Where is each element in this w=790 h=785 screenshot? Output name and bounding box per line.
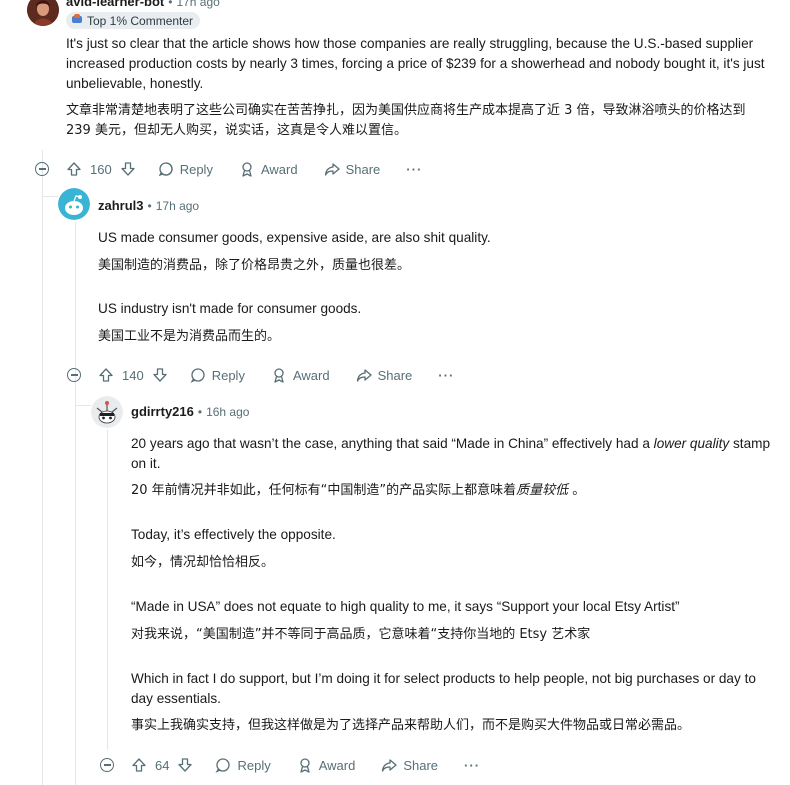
vote-group: 160 xyxy=(66,161,136,177)
reply-icon xyxy=(190,367,206,383)
award-button[interactable]: Award xyxy=(239,161,298,177)
thread-line xyxy=(75,222,76,785)
reply-button[interactable]: Reply xyxy=(190,367,245,383)
more-options-button[interactable]: ··· xyxy=(464,758,480,773)
share-label: Share xyxy=(403,757,439,773)
share-button[interactable]: Share xyxy=(324,161,381,177)
downvote-icon[interactable] xyxy=(120,161,136,177)
comment-actions: 64 Reply Award Share ··· xyxy=(100,753,480,777)
share-icon xyxy=(381,757,397,773)
share-icon xyxy=(356,367,372,383)
avatar[interactable] xyxy=(27,0,59,26)
vote-group: 140 xyxy=(98,367,168,383)
more-options-button[interactable]: ··· xyxy=(406,162,422,177)
upvote-icon[interactable] xyxy=(131,757,147,773)
reply-label: Reply xyxy=(237,757,271,773)
comment-text-en: “Made in USA” does not equate to high qu… xyxy=(131,599,680,614)
comment-header: avid-learner-bot • 17h ago xyxy=(66,0,220,9)
avatar[interactable] xyxy=(91,396,123,428)
share-icon xyxy=(324,161,340,177)
thread-branch xyxy=(75,405,91,406)
award-label: Award xyxy=(260,161,298,177)
collapse-icon[interactable] xyxy=(67,368,81,382)
comment-text-zh: 美国工业不是为消费品而生的。 xyxy=(98,329,281,344)
emphasis-text: 质量较低 xyxy=(516,483,569,498)
award-icon xyxy=(271,367,287,383)
vote-group: 64 xyxy=(131,757,193,773)
more-options-button[interactable]: ··· xyxy=(438,368,454,383)
comment-header: zahrul3 • 17h ago xyxy=(98,198,199,213)
downvote-icon[interactable] xyxy=(177,757,193,773)
timestamp[interactable]: 17h ago xyxy=(176,0,219,9)
emphasis-text: lower quality xyxy=(653,436,730,451)
more-icon: ··· xyxy=(464,757,481,773)
award-button[interactable]: Award xyxy=(271,367,330,383)
comment-body: It's just so clear that the article show… xyxy=(66,34,766,141)
badge-label: Top 1% Commenter xyxy=(87,13,194,28)
share-button[interactable]: Share xyxy=(356,367,413,383)
downvote-icon[interactable] xyxy=(152,367,168,383)
reply-icon xyxy=(215,757,231,773)
separator-dot: • xyxy=(197,404,203,419)
comment-text-zh: 20 年前情况并非如此，任何标有“中国制造”的产品实际上都意味着质量较低 。 xyxy=(131,483,586,498)
award-label: Award xyxy=(292,367,330,383)
more-icon: ··· xyxy=(406,161,423,177)
collapse-icon[interactable] xyxy=(100,758,114,772)
comment-text-zh: 文章非常清楚地表明了这些公司确实在苦苦挣扎，因为美国供应商将生产成本提高了近 3… xyxy=(66,103,746,138)
reply-button[interactable]: Reply xyxy=(158,161,213,177)
username[interactable]: avid-learner-bot xyxy=(66,0,164,9)
comment-actions: 160 Reply Award Share ··· xyxy=(35,157,422,181)
comment-body: US made consumer goods, expensive aside,… xyxy=(98,228,768,347)
comment-text-en: US made consumer goods, expensive aside,… xyxy=(98,230,491,245)
flair-badge: Top 1% Commenter xyxy=(66,12,201,30)
comment-text-zh: 事实上我确实支持，但我这样做是为了选择产品来帮助人们，而不是购买大件物品或日常必… xyxy=(131,718,691,733)
timestamp[interactable]: 16h ago xyxy=(206,405,249,419)
vote-count: 140 xyxy=(122,367,144,383)
reply-button[interactable]: Reply xyxy=(215,757,271,773)
comment-text-en: Which in fact I do support, but I’m doin… xyxy=(131,671,756,706)
award-label: Award xyxy=(318,757,356,773)
thread-line xyxy=(107,430,108,750)
share-button[interactable]: Share xyxy=(381,757,438,773)
separator-dot: • xyxy=(168,0,173,9)
username[interactable]: gdirrty216 xyxy=(131,404,194,419)
avatar[interactable] xyxy=(58,188,90,220)
award-icon xyxy=(297,757,313,773)
comment-text-en: 20 years ago that wasn’t the case, anyth… xyxy=(131,436,771,471)
comment-text-zh: 对我来说，“美国制造”并不等同于高品质，它意味着“支持你当地的 Etsy 艺术家 xyxy=(131,627,591,642)
award-icon xyxy=(239,161,255,177)
comment-header: gdirrty216 • 16h ago xyxy=(131,404,249,419)
comment-text-en: It's just so clear that the article show… xyxy=(66,36,765,91)
reply-icon xyxy=(158,161,174,177)
comment-text-zh: 美国制造的消费品，除了价格昂贵之外，质量也很差。 xyxy=(98,258,411,273)
comment-text-en: US industry isn't made for consumer good… xyxy=(98,301,362,316)
username[interactable]: zahrul3 xyxy=(98,198,144,213)
more-icon: ··· xyxy=(438,367,455,383)
comment-text-en: Today, it’s effectively the opposite. xyxy=(131,527,336,542)
upvote-icon[interactable] xyxy=(66,161,82,177)
vote-count: 160 xyxy=(90,161,112,177)
collapse-icon[interactable] xyxy=(35,162,49,176)
separator-dot: • xyxy=(147,198,152,213)
reply-label: Reply xyxy=(211,367,245,383)
timestamp[interactable]: 17h ago xyxy=(156,199,199,213)
award-button[interactable]: Award xyxy=(297,757,356,773)
vote-count: 64 xyxy=(155,757,170,773)
upvote-icon[interactable] xyxy=(98,367,114,383)
badge-icon xyxy=(71,13,83,28)
share-label: Share xyxy=(377,367,413,383)
comment-body: 20 years ago that wasn’t the case, anyth… xyxy=(131,434,771,736)
reply-label: Reply xyxy=(179,161,213,177)
thread-branch xyxy=(42,196,58,197)
comment-text-zh: 如今，情况却恰恰相反。 xyxy=(131,555,275,570)
comment-actions: 140 Reply Award Share ··· xyxy=(67,363,454,387)
thread-line xyxy=(42,150,43,785)
share-label: Share xyxy=(345,161,381,177)
